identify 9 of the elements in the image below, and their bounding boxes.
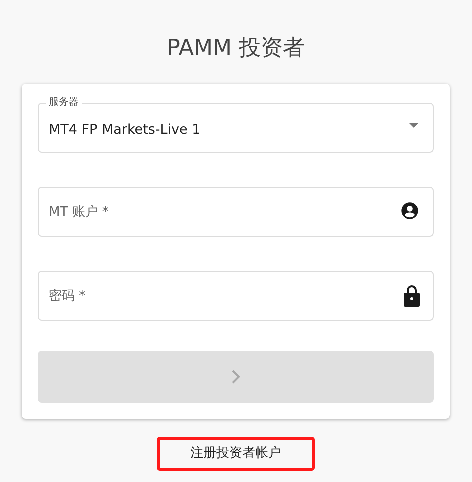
chevron-right-icon — [231, 369, 241, 385]
lock-icon — [404, 285, 420, 307]
dropdown-caret-icon — [409, 122, 419, 128]
page-title: PAMM 投资者 — [167, 35, 305, 63]
register-link[interactable]: 注册投资者帐户 — [157, 437, 315, 471]
password-field[interactable]: 密码 * — [38, 271, 434, 321]
server-label: 服务器 — [46, 96, 82, 109]
server-value: MT4 FP Markets-Live 1 — [49, 120, 201, 140]
account-field[interactable]: MT 账户 * — [38, 187, 434, 237]
